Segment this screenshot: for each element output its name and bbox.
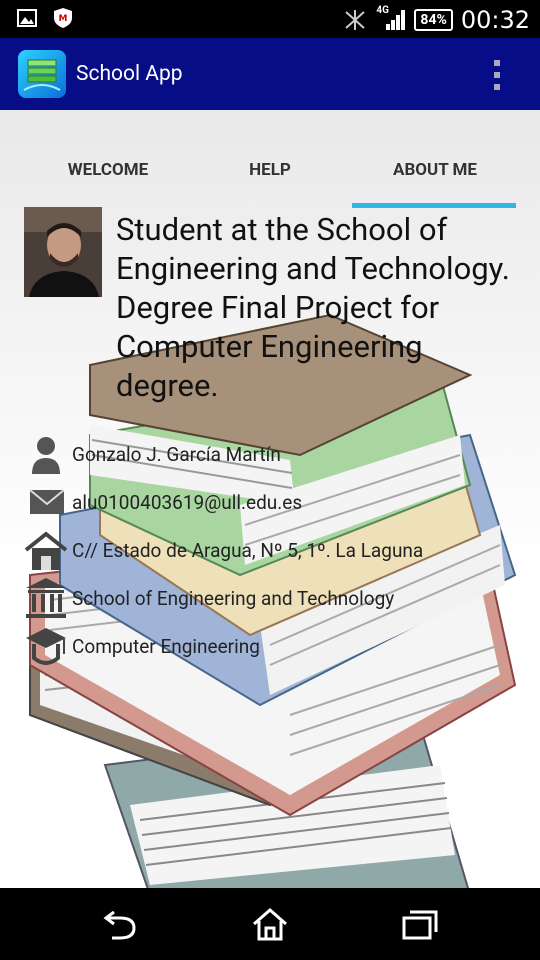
info-row-address: C// Estado de Aragua, Nº 5, 1º. La Lagun… <box>24 526 423 574</box>
graduation-cap-icon <box>26 628 66 665</box>
info-row-name: Gonzalo J. García Martín <box>24 430 281 478</box>
bluetooth-nfc-icon <box>345 10 366 30</box>
clock: 00:32 <box>460 6 530 34</box>
house-icon <box>24 531 68 570</box>
gallery-notification-icon <box>17 9 37 27</box>
institution-icon <box>26 578 66 618</box>
degree-text: Computer Engineering <box>72 634 260 658</box>
person-icon <box>32 437 60 474</box>
info-row-school: School of Engineering and Technology <box>24 574 394 622</box>
action-bar: School App <box>0 38 540 110</box>
back-icon[interactable] <box>100 906 140 942</box>
battery-indicator: 84% <box>414 9 453 31</box>
content-area: WELCOME HELP ABOUT ME Student at the Sch… <box>0 110 540 888</box>
tab-indicator <box>352 203 516 208</box>
tab-bar: WELCOME HELP ABOUT ME <box>0 110 540 208</box>
mcafee-shield-icon: M <box>54 8 72 28</box>
app-logo-icon[interactable] <box>18 50 66 98</box>
svg-text:M: M <box>59 14 68 24</box>
recent-apps-icon[interactable] <box>400 906 440 942</box>
info-row-degree: Computer Engineering <box>24 622 260 670</box>
status-bar: M 4G 84% 00:32 <box>0 0 540 38</box>
tab-about-me[interactable]: ABOUT ME <box>345 160 525 180</box>
overflow-menu-icon[interactable] <box>492 58 502 92</box>
name-text: Gonzalo J. García Martín <box>72 442 281 466</box>
email-text[interactable]: alu0100403619@ull.edu.es <box>72 491 302 514</box>
tab-welcome[interactable]: WELCOME <box>18 160 198 180</box>
navigation-bar <box>0 888 540 960</box>
profile-photo <box>24 207 102 297</box>
profile-headline: Student at the School of Engineering and… <box>116 211 510 404</box>
email-icon <box>29 489 65 514</box>
info-row-email: alu0100403619@ull.edu.es <box>24 478 302 526</box>
tab-help[interactable]: HELP <box>180 160 360 180</box>
app-title: School App <box>76 62 183 86</box>
home-icon[interactable] <box>250 906 290 942</box>
address-text: C// Estado de Aragua, Nº 5, 1º. La Lagun… <box>72 538 424 562</box>
signal-icon: 4G <box>376 5 406 32</box>
school-text: School of Engineering and Technology <box>72 586 395 610</box>
